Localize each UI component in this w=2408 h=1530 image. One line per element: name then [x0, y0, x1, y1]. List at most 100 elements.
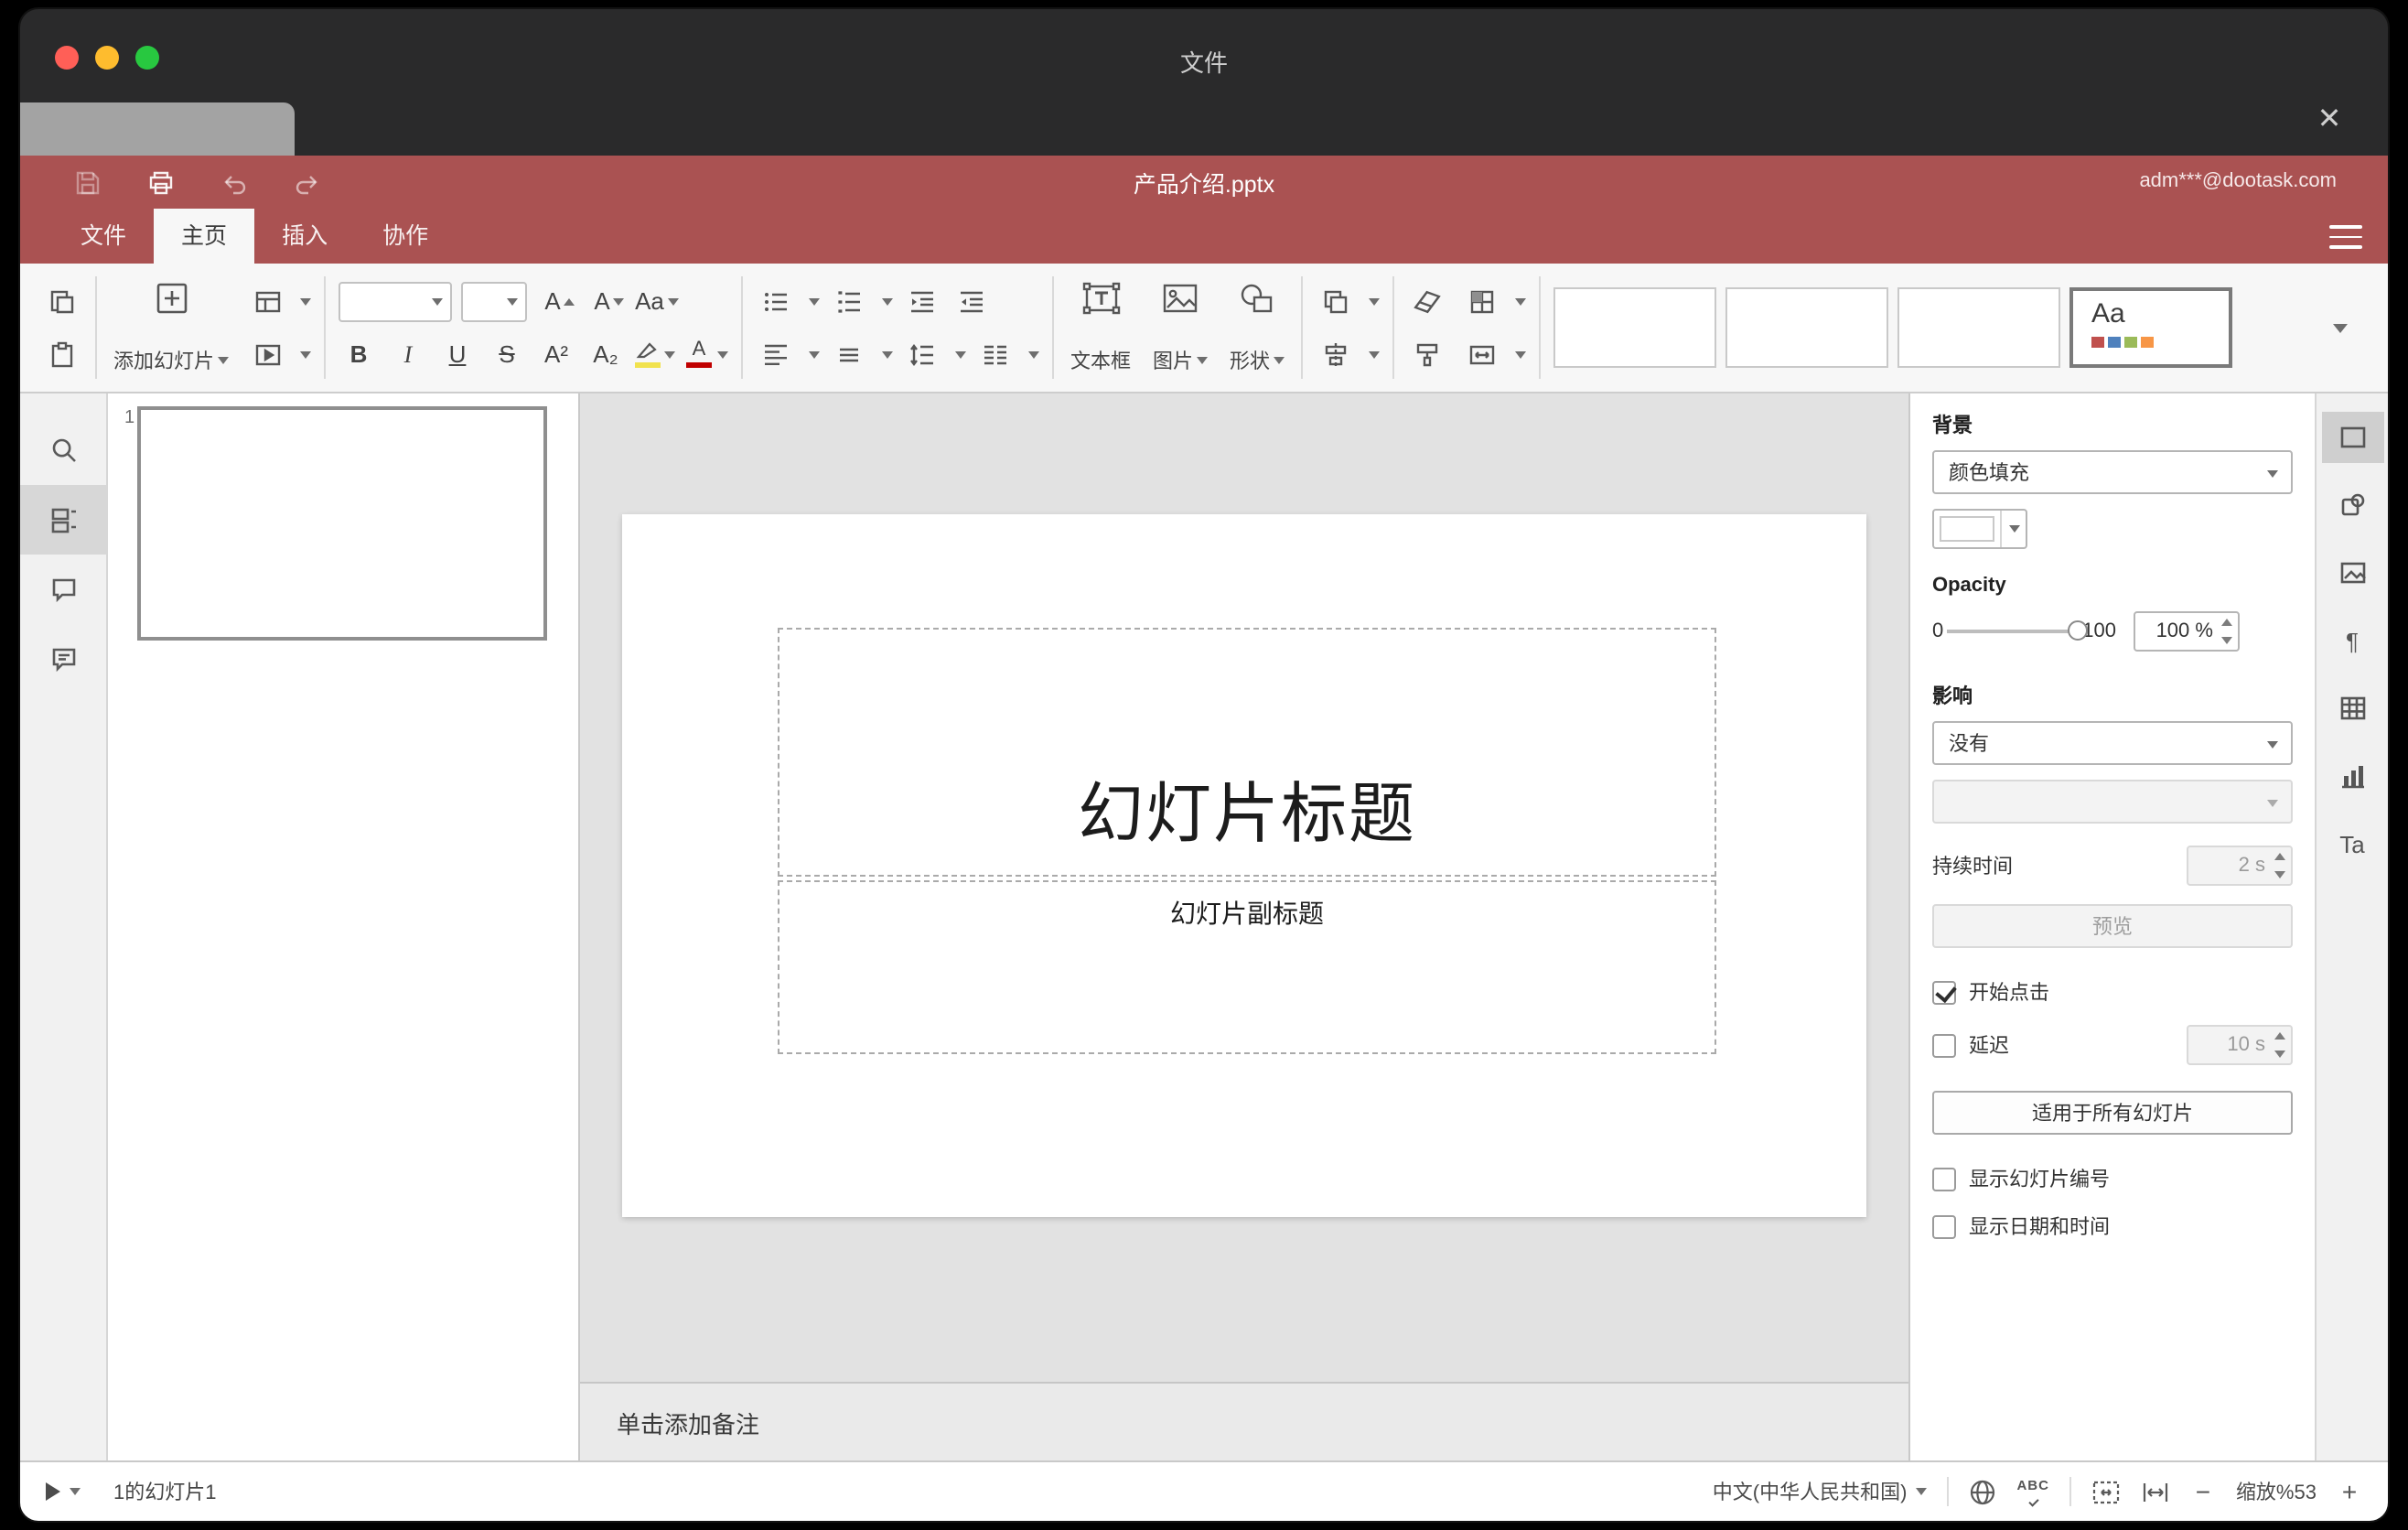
subtitle-placeholder[interactable]: 幻灯片副标题	[778, 880, 1716, 1054]
slide-thumbnail-1[interactable]	[137, 406, 547, 641]
show-slide-number-checkbox[interactable]	[1932, 1167, 1956, 1191]
tab-home[interactable]: 主页	[154, 209, 255, 264]
opacity-spinner[interactable]: 100 %	[2134, 611, 2241, 652]
align-shapes-icon[interactable]	[1316, 330, 1356, 378]
language-selector[interactable]: 中文(中华人民共和国)	[1713, 1477, 1928, 1506]
columns-icon[interactable]	[975, 330, 1016, 378]
preview-button[interactable]: 预览	[1932, 904, 2293, 948]
document-language-icon[interactable]	[1969, 1478, 1996, 1505]
italic-button[interactable]: I	[388, 330, 428, 378]
highlight-color-button[interactable]	[635, 330, 675, 378]
opacity-slider[interactable]	[1947, 620, 2089, 641]
title-placeholder[interactable]: 幻灯片标题	[778, 628, 1716, 877]
chat-icon[interactable]	[20, 624, 107, 694]
horizontal-align-icon[interactable]	[756, 330, 796, 378]
underline-button[interactable]: U	[437, 330, 478, 378]
color-scheme-icon[interactable]	[1462, 277, 1502, 325]
numbering-icon[interactable]	[829, 277, 869, 325]
decrease-font-size-button[interactable]: A	[586, 277, 626, 325]
insert-textbox-button[interactable]: 文本框	[1059, 276, 1142, 379]
start-slideshow-status-button[interactable]	[46, 1482, 81, 1501]
apply-to-all-slides-button[interactable]: 适用于所有幻灯片	[1932, 1091, 2293, 1135]
fill-color-picker[interactable]	[1932, 509, 2027, 549]
superscript-button[interactable]: A²	[536, 330, 576, 378]
vertical-align-icon[interactable]	[829, 330, 869, 378]
strikeout-button[interactable]: S	[487, 330, 527, 378]
font-name-combobox[interactable]	[339, 281, 452, 321]
theme-option-selected[interactable]: Aa	[2069, 287, 2232, 368]
fit-width-icon[interactable]	[2141, 1478, 2170, 1505]
arrange-shapes-icon[interactable]	[1316, 277, 1356, 325]
effect-type-select[interactable]	[1932, 780, 2293, 824]
duration-spinner[interactable]: 2 s	[2187, 846, 2293, 886]
bullets-icon[interactable]	[756, 277, 796, 325]
start-slideshow-icon[interactable]	[247, 330, 287, 378]
spellcheck-icon[interactable]: ABC	[2016, 1478, 2049, 1508]
image-settings-icon[interactable]	[2321, 547, 2383, 598]
chevron-down-icon[interactable]	[1515, 350, 1526, 358]
chevron-down-icon[interactable]	[809, 350, 820, 358]
paragraph-settings-icon[interactable]: ¶	[2321, 615, 2383, 666]
spinner-up-icon[interactable]	[2221, 619, 2233, 626]
fit-slide-icon[interactable]	[2091, 1478, 2121, 1505]
close-icon[interactable]: ✕	[2307, 97, 2351, 141]
notes-area[interactable]: 单击添加备注	[580, 1382, 1908, 1460]
table-settings-icon[interactable]	[2321, 683, 2383, 734]
chevron-down-icon[interactable]	[1369, 350, 1380, 358]
chevron-down-icon[interactable]	[809, 297, 820, 305]
tab-insert[interactable]: 插入	[254, 209, 355, 264]
chevron-down-icon[interactable]	[882, 350, 893, 358]
copy-icon[interactable]	[42, 277, 82, 325]
slide-surface[interactable]: 幻灯片标题 幻灯片副标题	[622, 514, 1866, 1217]
spinner-up-icon[interactable]	[2274, 853, 2285, 860]
chevron-down-icon[interactable]	[955, 350, 966, 358]
tab-file[interactable]: 文件	[53, 209, 154, 264]
add-slide-button[interactable]: 添加幻灯片	[102, 276, 240, 379]
font-size-combobox[interactable]	[461, 281, 527, 321]
change-layout-icon[interactable]	[247, 277, 287, 325]
text-art-settings-icon[interactable]: Ta	[2321, 818, 2383, 869]
spinner-down-icon[interactable]	[2221, 637, 2233, 644]
start-on-click-checkbox[interactable]	[1932, 980, 1956, 1004]
increase-font-size-button[interactable]: A	[536, 277, 576, 325]
chevron-down-icon[interactable]	[300, 297, 311, 305]
decrease-indent-icon[interactable]	[902, 277, 942, 325]
insert-image-button[interactable]: 图片	[1142, 276, 1219, 379]
search-icon[interactable]	[20, 415, 107, 485]
insert-shape-button[interactable]: 形状	[1219, 276, 1295, 379]
tab-collaboration[interactable]: 协作	[355, 209, 456, 264]
line-spacing-icon[interactable]	[902, 330, 942, 378]
menu-icon[interactable]	[2329, 225, 2362, 249]
change-case-button[interactable]: Aa	[635, 277, 679, 325]
delay-spinner[interactable]: 10 s	[2187, 1025, 2293, 1065]
chevron-down-icon[interactable]	[882, 297, 893, 305]
spinner-up-icon[interactable]	[2274, 1032, 2285, 1040]
chevron-down-icon[interactable]	[300, 350, 311, 358]
chevron-down-icon[interactable]	[1369, 297, 1380, 305]
effect-select[interactable]: 没有	[1932, 721, 2293, 765]
increase-indent-icon[interactable]	[951, 277, 992, 325]
spinner-down-icon[interactable]	[2274, 1051, 2285, 1058]
slide-size-icon[interactable]	[1462, 330, 1502, 378]
font-color-button[interactable]: A	[684, 330, 728, 378]
theme-option-3[interactable]	[1897, 287, 2060, 368]
spinner-down-icon[interactable]	[2274, 871, 2285, 878]
zoom-level[interactable]: 缩放%53	[2236, 1477, 2317, 1506]
color-dropdown[interactable]	[2000, 511, 2026, 547]
clear-style-icon[interactable]	[1407, 277, 1447, 325]
bold-button[interactable]: B	[339, 330, 379, 378]
comments-icon[interactable]	[20, 555, 107, 624]
subscript-button[interactable]: A₂	[586, 330, 626, 378]
show-date-time-checkbox[interactable]	[1932, 1214, 1956, 1238]
chart-settings-icon[interactable]	[2321, 750, 2383, 802]
theme-option-2[interactable]	[1725, 287, 1888, 368]
toolbar-collapse-chevron[interactable]	[2318, 304, 2359, 351]
zoom-out-button[interactable]: −	[2190, 1477, 2216, 1506]
chevron-down-icon[interactable]	[1028, 350, 1039, 358]
chevron-down-icon[interactable]	[1515, 297, 1526, 305]
fill-type-select[interactable]: 颜色填充	[1932, 450, 2293, 494]
shape-settings-icon[interactable]	[2321, 479, 2383, 531]
paste-icon[interactable]	[42, 330, 82, 378]
theme-option-1[interactable]	[1553, 287, 1716, 368]
slides-panel-icon[interactable]	[20, 485, 107, 555]
